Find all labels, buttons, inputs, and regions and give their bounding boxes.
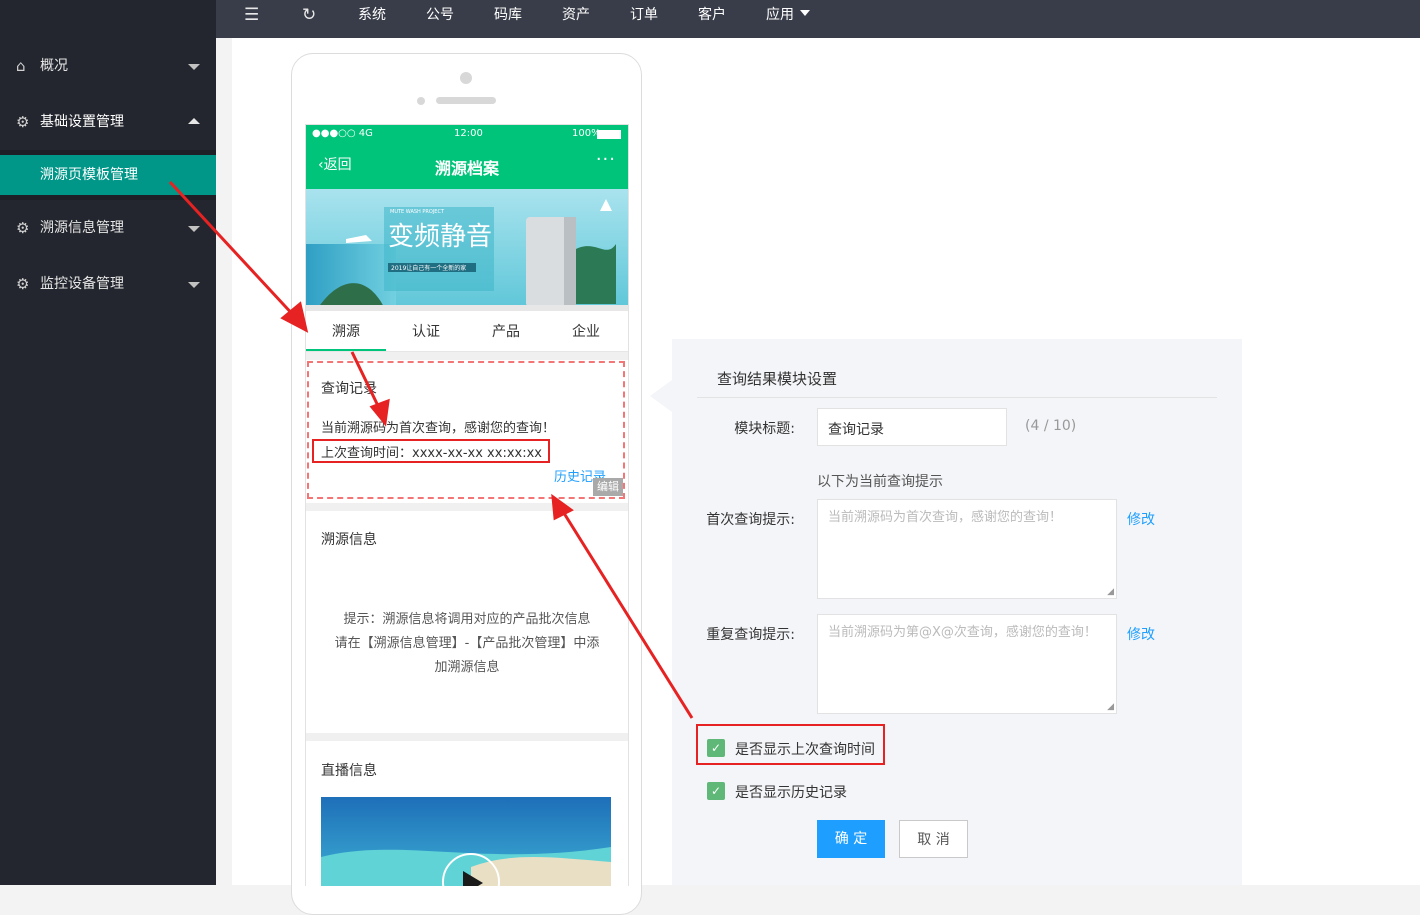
section-divider (306, 352, 628, 360)
sidebar-item-template-management[interactable]: 溯源页模板管理 (0, 155, 216, 195)
first-query-modify-link[interactable]: 修改 (1127, 509, 1155, 529)
live-card-title: 直播信息 (321, 763, 377, 779)
phone-screen: ●●●○○ 4G 12:00 100% ‹返回 溯源档案 ··· MUTE WA… (305, 124, 629, 886)
resize-handle-icon[interactable]: ◢ (1107, 587, 1114, 597)
nav-orders[interactable]: 订单 (630, 4, 658, 24)
sidebar: ⌂ 概况 ⚙ 基础设置管理 溯源页模板管理 ⚙ 溯源信息管理 ⚙ 监控设备管理 (0, 0, 216, 885)
tab-enterprise[interactable]: 企业 (546, 313, 626, 351)
tab-trace[interactable]: 溯源 (306, 313, 386, 351)
hint-caption: 以下为当前查询提示 (817, 474, 943, 490)
sidebar-item-basic-settings[interactable]: ⚙ 基础设置管理 (0, 94, 216, 150)
sidebar-item-trace-info[interactable]: ⚙ 溯源信息管理 (0, 200, 216, 256)
trace-hint-line: 提示：溯源信息将调用对应的产品批次信息 (343, 612, 591, 627)
panel-title: 查询结果模块设置 (717, 370, 838, 388)
top-navbar: ☰ ↻ 系统 公号 码库 资产 订单 客户 应用 (216, 0, 1420, 38)
cancel-button[interactable]: 取 消 (899, 820, 968, 858)
banner-title: 变频静音 (388, 222, 492, 252)
page-title: 溯源档案 (434, 159, 499, 178)
check-icon: ✓ (710, 784, 722, 798)
sidebar-header (0, 0, 216, 38)
more-icon[interactable]: ··· (596, 149, 616, 170)
banner-illustration: MUTE WASH PROJECT 变频静音 2019让自己有一个全新的家 (306, 189, 628, 311)
trace-tabs: 溯源 认证 产品 企业 (306, 313, 628, 352)
gear-icon: ⚙ (16, 219, 30, 237)
phone-speaker (436, 97, 496, 104)
sidebar-item-monitor-devices[interactable]: ⚙ 监控设备管理 (0, 256, 216, 312)
char-count: (4 / 10) (1025, 418, 1077, 434)
repeat-query-placeholder: 当前溯源码为第@X@次查询，感谢您的查询！ (828, 625, 1097, 640)
live-video-image (321, 797, 611, 886)
nav-code-library[interactable]: 码库 (494, 4, 522, 24)
refresh-icon[interactable]: ↻ (302, 0, 316, 38)
app-header: ●●●○○ 4G 12:00 100% ‹返回 溯源档案 ··· (306, 125, 628, 189)
module-title-value: 查询记录 (828, 422, 884, 438)
module-title-input[interactable]: 查询记录 (817, 408, 1007, 446)
checkbox-show-history-label[interactable]: 是否显示历史记录 (735, 782, 847, 802)
trace-hint: 提示：溯源信息将调用对应的产品批次信息 请在【溯源信息管理】-【产品批次管理】中… (306, 608, 628, 680)
first-query-placeholder: 当前溯源码为首次查询，感谢您的查询！ (828, 510, 1063, 525)
banner-image: MUTE WASH PROJECT 变频静音 2019让自己有一个全新的家 (306, 189, 628, 311)
gear-icon: ⚙ (16, 275, 30, 293)
chevron-down-icon (188, 282, 200, 288)
chevron-down-icon (188, 64, 200, 70)
first-query-label: 首次查询提示: (706, 512, 795, 528)
live-video-thumbnail[interactable] (321, 797, 611, 886)
gear-icon: ⚙ (16, 113, 30, 131)
first-query-textarea[interactable]: 当前溯源码为首次查询，感谢您的查询！ ◢ (817, 499, 1117, 599)
annotation-box-last-time (312, 439, 550, 463)
section-divider (306, 503, 628, 511)
banner-small-top: MUTE WASH PROJECT (390, 209, 445, 215)
trace-hint-line: 请在【溯源信息管理】-【产品批次管理】中添 (334, 636, 600, 651)
annotation-box-checkbox (696, 724, 885, 765)
trace-card-title: 溯源信息 (321, 532, 377, 548)
sidebar-item-label: 溯源页模板管理 (40, 167, 138, 183)
nav-account[interactable]: 公号 (426, 4, 454, 24)
phone-camera (460, 72, 472, 84)
battery-icon (597, 130, 621, 139)
confirm-button[interactable]: 确 定 (817, 820, 885, 858)
sidebar-item-label: 监控设备管理 (40, 276, 124, 292)
section-divider (306, 733, 628, 741)
trace-hint-line: 加溯源信息 (434, 660, 500, 675)
module-title-label: 模块标题: (734, 421, 795, 437)
nav-assets[interactable]: 资产 (562, 4, 590, 24)
edit-tag[interactable]: 编辑 (593, 478, 623, 496)
sidebar-item-label: 基础设置管理 (40, 114, 124, 130)
status-signal: ●●●○○ 4G (312, 128, 373, 139)
tab-product[interactable]: 产品 (466, 313, 546, 351)
sidebar-item-overview[interactable]: ⌂ 概况 (0, 38, 216, 94)
phone-sensor (417, 97, 425, 105)
sidebar-item-label: 概况 (40, 58, 68, 74)
chevron-down-icon (188, 226, 200, 232)
panel-divider (697, 397, 1217, 398)
banner-subtitle: 2019让自己有一个全新的家 (391, 264, 466, 272)
repeat-query-modify-link[interactable]: 修改 (1127, 624, 1155, 644)
nav-apps[interactable]: 应用 (766, 4, 794, 24)
menu-fold-icon[interactable]: ☰ (244, 0, 259, 38)
sidebar-item-label: 溯源信息管理 (40, 220, 124, 236)
nav-customers[interactable]: 客户 (698, 4, 726, 24)
chevron-up-icon (188, 118, 200, 124)
nav-system[interactable]: 系统 (358, 4, 386, 24)
repeat-query-label: 重复查询提示: (706, 627, 795, 643)
tab-certification[interactable]: 认证 (386, 313, 466, 351)
resize-handle-icon[interactable]: ◢ (1107, 702, 1114, 712)
panel-pointer (650, 380, 672, 412)
checkbox-show-history[interactable]: ✓ (707, 782, 725, 800)
caret-down-icon[interactable] (800, 10, 810, 16)
query-module-selection[interactable] (307, 361, 625, 499)
repeat-query-textarea[interactable]: 当前溯源码为第@X@次查询，感谢您的查询！ ◢ (817, 614, 1117, 714)
status-time: 12:00 (454, 128, 483, 139)
home-icon: ⌂ (16, 57, 26, 75)
